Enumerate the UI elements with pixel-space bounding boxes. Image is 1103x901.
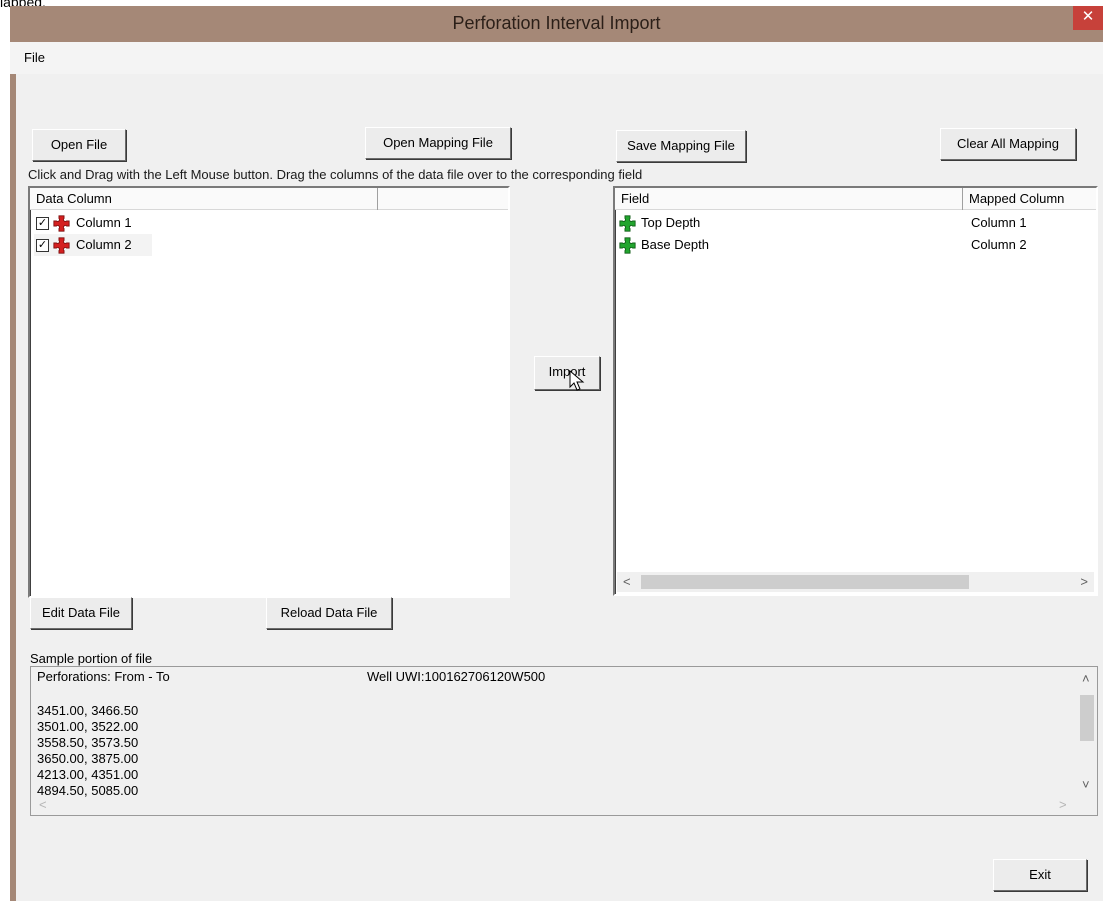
close-icon: ✕ xyxy=(1081,8,1095,25)
green-puzzle-icon xyxy=(619,237,636,254)
red-puzzle-icon xyxy=(53,237,70,254)
sample-line: 3451.00, 3466.50 xyxy=(37,703,139,718)
scrollbar-thumb[interactable] xyxy=(1080,695,1094,741)
mapped-column-value: Column 1 xyxy=(971,215,1027,230)
field-list-header: Field Mapped Column xyxy=(615,188,1096,210)
open-mapping-file-button[interactable]: Open Mapping File xyxy=(365,127,511,159)
list-item-label: Column 2 xyxy=(76,237,132,252)
field-row-base-depth[interactable]: Base Depth Column 2 xyxy=(619,234,1089,256)
list-item-label: Column 1 xyxy=(76,215,132,230)
save-mapping-file-button[interactable]: Save Mapping File xyxy=(616,130,746,162)
data-column-header: Data Column xyxy=(30,188,508,210)
column-header-mapped-column[interactable]: Mapped Column xyxy=(963,188,1096,210)
horizontal-scrollbar[interactable]: < > xyxy=(617,572,1094,592)
list-item-column-1[interactable]: ✓ Column 1 xyxy=(34,212,234,234)
mapped-column-value: Column 2 xyxy=(971,237,1027,252)
scroll-right-icon[interactable]: > xyxy=(1059,797,1067,812)
data-column-list[interactable]: Data Column ✓ Column 1 ✓ Column 2 xyxy=(28,186,510,598)
column-header-empty[interactable] xyxy=(378,188,508,210)
checkbox-checked[interactable]: ✓ xyxy=(36,217,49,230)
sample-line: 3650.00, 3875.00 xyxy=(37,751,139,766)
instruction-text: Click and Drag with the Left Mouse butto… xyxy=(28,167,643,182)
red-puzzle-icon xyxy=(53,215,70,232)
field-row-top-depth[interactable]: Top Depth Column 1 xyxy=(619,212,1089,234)
sample-line: 3558.50, 3573.50 xyxy=(37,735,139,750)
sample-header-left: Perforations: From - To xyxy=(37,669,170,684)
field-name: Top Depth xyxy=(641,215,701,230)
close-button[interactable]: ✕ xyxy=(1073,6,1103,30)
mouse-pointer-icon xyxy=(569,370,585,391)
title-bar[interactable]: Perforation Interval Import ✕ xyxy=(10,6,1103,42)
reload-data-file-button[interactable]: Reload Data File xyxy=(266,597,392,629)
sample-line: 4213.00, 4351.00 xyxy=(37,767,139,782)
scroll-right-icon[interactable]: > xyxy=(1080,574,1088,589)
open-file-button[interactable]: Open File xyxy=(32,129,126,161)
scroll-left-icon[interactable]: < xyxy=(623,574,631,589)
checkbox-checked[interactable]: ✓ xyxy=(36,239,49,252)
sample-header-right: Well UWI:100162706120W500 xyxy=(367,669,546,684)
menu-bar: File xyxy=(10,42,1103,74)
vertical-scrollbar[interactable]: ˄ ˅ xyxy=(1077,667,1097,797)
field-name: Base Depth xyxy=(641,237,709,252)
column-header-data-column[interactable]: Data Column xyxy=(30,188,378,210)
sample-line: 3501.00, 3522.00 xyxy=(37,719,139,734)
sample-portion-label: Sample portion of file xyxy=(30,651,153,666)
sample-file-preview[interactable]: Perforations: From - To Well UWI:1001627… xyxy=(30,666,1098,816)
green-puzzle-icon xyxy=(619,215,636,232)
column-header-field[interactable]: Field xyxy=(615,188,963,210)
field-mapping-list[interactable]: Field Mapped Column Top Depth Column 1 B… xyxy=(613,186,1098,596)
scroll-up-icon[interactable]: ˄ xyxy=(1082,671,1090,686)
window-title: Perforation Interval Import xyxy=(452,13,661,33)
clear-all-mapping-button[interactable]: Clear All Mapping xyxy=(940,128,1076,160)
sample-line: 4894.50, 5085.00 xyxy=(37,783,139,798)
edit-data-file-button[interactable]: Edit Data File xyxy=(30,597,132,629)
import-button[interactable]: Import xyxy=(534,356,600,390)
scroll-down-icon[interactable]: ˅ xyxy=(1082,777,1090,792)
dialog-body: Open File Open Mapping File Save Mapping… xyxy=(16,74,1103,901)
list-item-column-2[interactable]: ✓ Column 2 xyxy=(34,234,152,256)
scrollbar-thumb[interactable] xyxy=(641,575,969,589)
import-window: Perforation Interval Import ✕ File Open … xyxy=(10,6,1103,901)
scroll-left-icon[interactable]: < xyxy=(39,797,47,812)
menu-file[interactable]: File xyxy=(24,50,45,65)
exit-button[interactable]: Exit xyxy=(993,859,1087,891)
